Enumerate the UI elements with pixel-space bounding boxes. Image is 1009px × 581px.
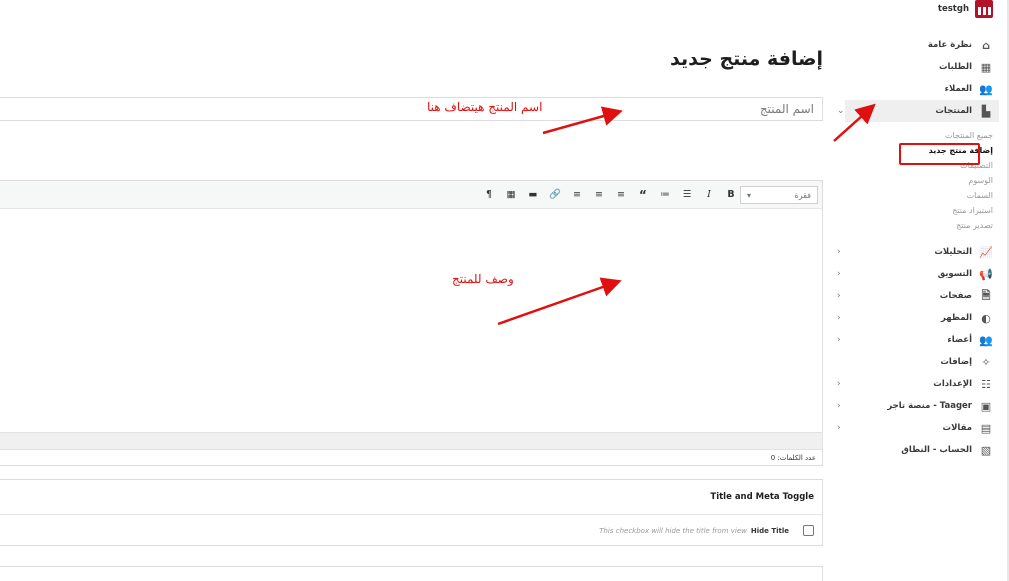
chevron-left-icon[interactable]: ‹	[837, 269, 841, 279]
product-name-input[interactable]: اسم المنتج	[0, 97, 823, 121]
sidebar-menu: ⌂ نظرة عامة ▦ الطلبات 👥 العملاء ▙ المنتج…	[837, 34, 999, 461]
sidebar-item-label: Taager - منصة تاجر	[887, 401, 972, 411]
products-submenu: جميع المنتجات إضافة منتج جديد التصنيفات …	[845, 122, 993, 241]
annotation-title-note: اسم المنتج هيتضاف هنا	[427, 100, 543, 114]
page-icon: 🗎	[981, 288, 991, 302]
sidebar-item-label: أعضاء	[947, 335, 972, 345]
plugin-icon: ✧	[981, 355, 991, 369]
sidebar-item-label: الطلبات	[938, 62, 972, 72]
sidebar-item-pages[interactable]: 🗎 صفحات ‹	[837, 285, 993, 307]
next-metabox	[0, 566, 823, 581]
hide-title-row: This checkbox will hide the title from v…	[0, 515, 822, 546]
bullet-list-icon[interactable]: ☰	[680, 188, 694, 202]
sidebar-item-label: الإعدادات	[933, 379, 972, 389]
editor-status-bar: عدد الكلمات: 0	[0, 450, 823, 466]
chevron-left-icon[interactable]: ‹	[837, 313, 841, 323]
chevron-down-icon: ▾	[747, 190, 752, 200]
submenu-attributes[interactable]: السمات	[845, 188, 993, 203]
metabox-title[interactable]: Title and Meta Toggle	[0, 480, 822, 515]
editor-toolbar: فقرة ▾ B I ☰ ≔ “ ≡ ≡ ≡ 🔗 ▬ ▦ ¶	[0, 180, 823, 209]
chevron-left-icon[interactable]: ‹	[837, 423, 841, 433]
rtl-direction-icon[interactable]: ¶	[482, 188, 496, 202]
sidebar-item-label: التحليلات	[934, 247, 972, 257]
chevron-down-icon[interactable]: ⌄	[837, 106, 845, 116]
toolbar-toggle-icon[interactable]: ▦	[504, 188, 518, 202]
hide-title-label: Hide Title	[750, 526, 789, 535]
store-name: testgh	[937, 4, 969, 14]
hide-title-checkbox[interactable]	[803, 525, 814, 536]
sidebar-item-marketing[interactable]: 📢 التسويق ‹	[837, 263, 993, 285]
align-left-icon[interactable]: ≡	[614, 188, 628, 202]
sidebar-item-label: صفحات	[939, 291, 972, 301]
sidebar-item-account[interactable]: ▧ الحساب - النطاق	[845, 439, 993, 461]
submenu-tags[interactable]: الوسوم	[845, 173, 993, 188]
sidebar-item-label: مقالات	[942, 423, 972, 433]
megaphone-icon: 📢	[979, 267, 993, 281]
bold-icon[interactable]: B	[724, 188, 738, 202]
bag-icon: ▙	[981, 104, 991, 118]
sidebar-item-settings[interactable]: ☷ الإعدادات ‹	[837, 373, 993, 395]
store-logo-icon	[975, 0, 993, 18]
numbered-list-icon[interactable]: ≔	[658, 188, 672, 202]
sidebar-item-orders[interactable]: ▦ الطلبات	[845, 56, 993, 78]
users-icon: 👥	[979, 82, 993, 96]
sidebar-item-members[interactable]: 👥 أعضاء ‹	[837, 329, 993, 351]
sidebar-item-label: الحساب - النطاق	[901, 445, 972, 455]
blockquote-icon[interactable]: “	[636, 188, 650, 202]
chart-icon: 📈	[979, 245, 993, 259]
title-meta-toggle-box: Title and Meta Toggle This checkbox will…	[0, 479, 823, 546]
format-select-value: فقرة	[794, 190, 811, 200]
store-header[interactable]: testgh	[938, 0, 993, 18]
members-icon: 👥	[979, 333, 993, 347]
link-icon[interactable]: 🔗	[548, 188, 562, 202]
sidebar-item-overview[interactable]: ⌂ نظرة عامة	[845, 34, 993, 56]
sidebar-item-analytics[interactable]: 📈 التحليلات ‹	[837, 241, 993, 263]
annotation-description-note: وصف للمنتج	[452, 272, 514, 286]
admin-sidebar: testgh ⌂ نظرة عامة ▦ الطلبات 👥 العملاء ▙…	[831, 0, 1009, 581]
sidebar-item-label: نظرة عامة	[927, 40, 972, 50]
posts-icon: ▤	[980, 421, 992, 435]
editor-resize-bar[interactable]	[0, 432, 823, 450]
sidebar-item-products[interactable]: ▙ المنتجات ⌄	[837, 100, 999, 122]
paragraph-format-select[interactable]: فقرة ▾	[740, 186, 818, 204]
submenu-import[interactable]: استيراد منتج	[845, 203, 993, 218]
sidebar-item-label: المظهر	[941, 313, 972, 323]
sidebar-item-taager[interactable]: ▣ Taager - منصة تاجر ‹	[837, 395, 993, 417]
sidebar-item-posts[interactable]: ▤ مقالات ‹	[837, 417, 993, 439]
store-icon: ⌂	[982, 38, 990, 52]
submenu-export[interactable]: تصدير منتج	[845, 218, 993, 233]
chevron-left-icon[interactable]: ‹	[837, 247, 841, 257]
sidebar-item-label: العملاء	[944, 84, 972, 94]
align-center-icon[interactable]: ≡	[592, 188, 606, 202]
sliders-icon: ☷	[981, 377, 991, 391]
grid-icon: ▦	[980, 60, 992, 74]
read-more-icon[interactable]: ▬	[526, 188, 540, 202]
sidebar-item-appearance[interactable]: ◐ المظهر ‹	[837, 307, 993, 329]
sidebar-item-customers[interactable]: 👥 العملاء	[845, 78, 993, 100]
sidebar-item-label: المنتجات	[935, 106, 972, 116]
product-name-placeholder: اسم المنتج	[759, 102, 814, 116]
sidebar-item-label: إضافات	[940, 357, 972, 367]
taager-icon: ▣	[980, 399, 992, 413]
sidebar-item-label: التسويق	[937, 269, 972, 279]
product-description-editor[interactable]	[0, 209, 823, 432]
chevron-left-icon[interactable]: ‹	[837, 335, 841, 345]
page-title: إضافة منتج جديد	[670, 48, 823, 70]
palette-icon: ◐	[981, 311, 991, 325]
chevron-left-icon[interactable]: ‹	[837, 401, 841, 411]
chevron-left-icon[interactable]: ‹	[837, 379, 841, 389]
word-count: عدد الكلمات: 0	[770, 453, 816, 462]
account-icon: ▧	[980, 443, 992, 457]
highlight-box	[899, 143, 980, 165]
submenu-all-products[interactable]: جميع المنتجات	[845, 128, 993, 143]
sidebar-item-plugins[interactable]: ✧ إضافات	[845, 351, 993, 373]
align-right-icon[interactable]: ≡	[570, 188, 584, 202]
hide-title-hint: This checkbox will hide the title from v…	[599, 526, 747, 535]
italic-icon[interactable]: I	[702, 188, 716, 202]
chevron-left-icon[interactable]: ‹	[837, 291, 841, 301]
